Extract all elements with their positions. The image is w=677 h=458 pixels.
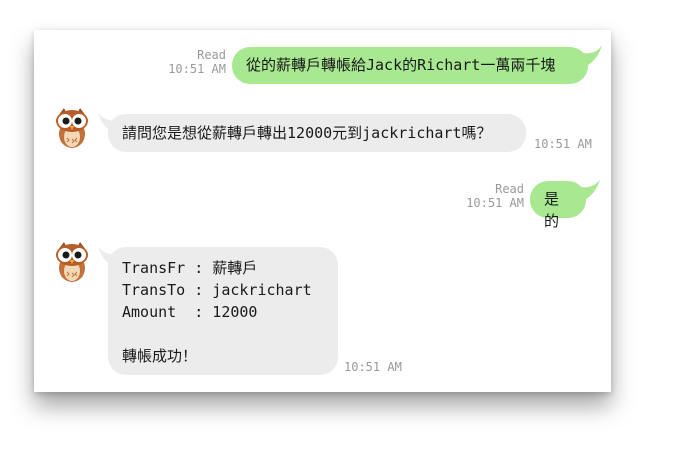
read-status: Read — [495, 182, 524, 196]
message-time: 10:51 AM — [534, 137, 592, 151]
bubble-tail — [580, 179, 600, 199]
outgoing-message-bubble[interactable]: 是的 — [530, 181, 586, 230]
message-text: 從的薪轉戶轉帳給Jack的Richart一萬兩千塊 — [246, 56, 556, 74]
bubble-tail — [582, 45, 602, 65]
incoming-message-bubble[interactable]: TransFr : 薪轉戶 TransTo : jackrichart Amou… — [108, 247, 338, 375]
owl-avatar-icon — [56, 108, 88, 148]
message-line: TransFr : 薪轉戶 — [122, 259, 258, 277]
message-line: Amount : 12000 — [122, 303, 258, 321]
message-text: 是的 — [544, 190, 560, 230]
outgoing-message-bubble[interactable]: 從的薪轉戶轉帳給Jack的Richart一萬兩千塊 — [232, 47, 588, 84]
message-meta: 10:51 AM — [534, 137, 604, 151]
message-line — [122, 323, 324, 345]
message-time: 10:51 AM — [168, 62, 226, 76]
chat-window: Read 10:51 AM 從的薪轉戶轉帳給Jack的Richart一萬兩千塊 … — [34, 30, 611, 392]
message-meta: Read 10:51 AM — [452, 182, 524, 210]
message-line: 轉帳成功！ — [122, 347, 198, 365]
message-line: TransTo : jackrichart — [122, 281, 312, 299]
read-status: Read — [197, 48, 226, 62]
incoming-message-bubble[interactable]: 請問您是想從薪轉戶轉出12000元到jackrichart嗎？ — [108, 114, 526, 152]
message-time: 10:51 AM — [466, 196, 524, 210]
message-meta: Read 10:51 AM — [154, 48, 226, 76]
message-text: 請問您是想從薪轉戶轉出12000元到jackrichart嗎？ — [122, 124, 492, 142]
message-time: 10:51 AM — [344, 360, 402, 374]
message-meta: 10:51 AM — [344, 360, 414, 374]
owl-avatar-icon — [56, 242, 88, 282]
